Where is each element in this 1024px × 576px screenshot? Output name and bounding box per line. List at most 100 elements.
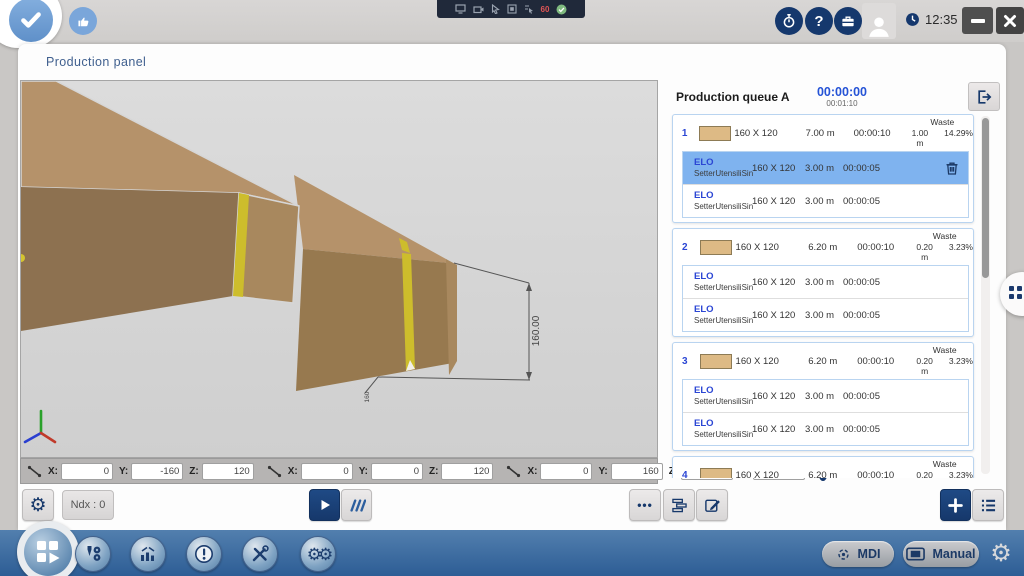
dim-arrow-top xyxy=(526,283,532,291)
queue-group-row[interactable]: 3160 X 1206.20 m00:00:10Waste0.20 m3.23% xyxy=(673,343,973,379)
beam-thumb-rect xyxy=(700,468,732,479)
dimension-label-small: 160 xyxy=(364,391,371,402)
beam-thumbnail xyxy=(697,240,736,255)
queue-export-button[interactable] xyxy=(968,82,1000,111)
question-icon: ? xyxy=(814,13,823,30)
coord-input[interactable] xyxy=(611,463,663,480)
waste-label: Waste xyxy=(916,231,973,242)
beam-thumb-rect xyxy=(699,126,731,141)
coord-input[interactable] xyxy=(441,463,493,480)
queue-group-card: 3160 X 1206.20 m00:00:10Waste0.20 m3.23%… xyxy=(672,342,974,451)
stopwatch-icon xyxy=(781,13,797,29)
minimize-icon xyxy=(971,19,985,23)
group-length: 6.20 m xyxy=(808,242,857,253)
help-button[interactable]: ? xyxy=(805,7,833,35)
queue-header: Production queue A 00:00:00 00:01:10 xyxy=(672,84,978,112)
viewport-settings-button[interactable]: ⚙ xyxy=(22,489,54,521)
maintenance-button[interactable] xyxy=(242,536,278,572)
item-size: 160 X 120 xyxy=(752,391,805,402)
clock-icon xyxy=(905,12,920,27)
group-index: 3 xyxy=(673,356,697,367)
queue-item-row[interactable]: ELOSetterUtensiliSin160 X 1203.00 m00:00… xyxy=(683,412,968,445)
coord-input[interactable] xyxy=(371,463,423,480)
queue-item-row[interactable]: ELOSetterUtensiliSin160 X 1203.00 m00:00… xyxy=(683,152,968,184)
waste-percent: 3.23% xyxy=(949,242,973,263)
nesting-button[interactable] xyxy=(663,489,695,521)
trash-icon xyxy=(944,160,960,176)
record-check-icon xyxy=(556,4,567,15)
group-index: 2 xyxy=(673,242,697,253)
slashes-icon xyxy=(348,498,366,513)
coord-input[interactable] xyxy=(301,463,353,480)
item-length: 3.00 m xyxy=(805,310,843,321)
item-size: 160 X 120 xyxy=(752,277,805,288)
coord-input[interactable] xyxy=(540,463,592,480)
queue-group-row[interactable]: 1160 X 1207.00 m00:00:10Waste1.00 m14.29… xyxy=(673,115,973,151)
beam-thumb-rect xyxy=(700,240,732,255)
coord-group: X:Y:Z: xyxy=(267,463,494,480)
edit-button[interactable] xyxy=(696,489,728,521)
item-size: 160 X 120 xyxy=(752,424,805,435)
queue-items: ELOSetterUtensiliSin160 X 1203.00 m00:00… xyxy=(682,151,969,218)
coord-input[interactable] xyxy=(61,463,113,480)
play-icon xyxy=(318,498,332,512)
timer-button[interactable] xyxy=(775,7,803,35)
queue-group-row[interactable]: 4160 X 1206.20 m00:00:10Waste0.20 m3.23% xyxy=(673,457,973,478)
close-button[interactable] xyxy=(996,7,1024,34)
coord-input[interactable] xyxy=(202,463,254,480)
queue-group-row[interactable]: 2160 X 1206.20 m00:00:10Waste0.20 m3.23% xyxy=(673,229,973,265)
waste-cell: Waste0.20 m3.23% xyxy=(916,231,973,263)
approve-button[interactable] xyxy=(69,7,97,35)
waste-percent: 14.29% xyxy=(944,128,973,149)
person-icon xyxy=(866,13,892,39)
queue-item-row[interactable]: ELOSetterUtensiliSin160 X 1203.00 m00:00… xyxy=(683,266,968,298)
simulate-button[interactable] xyxy=(341,489,372,521)
user-avatar[interactable] xyxy=(862,3,896,39)
group-index: 1 xyxy=(673,128,696,139)
play-button[interactable] xyxy=(309,489,340,521)
delete-item-button[interactable] xyxy=(936,160,968,176)
queue-item-row[interactable]: ELOSetterUtensiliSin160 X 1203.00 m00:00… xyxy=(683,184,968,217)
queue-list: 1160 X 1207.00 m00:00:10Waste1.00 m14.29… xyxy=(668,114,980,478)
group-time: 00:00:10 xyxy=(854,128,912,139)
statusbar-settings-button[interactable]: ⚙ xyxy=(988,541,1014,567)
coord-bar: X:Y:Z:X:Y:Z:X:Y:Z:D: xyxy=(20,458,658,484)
queue-items: ELOSetterUtensiliSin160 X 1203.00 m00:00… xyxy=(682,265,969,332)
beam-thumbnail xyxy=(697,354,736,369)
manual-label: Manual xyxy=(932,547,975,561)
statistics-button[interactable] xyxy=(130,536,166,572)
coord-label: X: xyxy=(48,466,58,477)
queue-item-row[interactable]: ELOSetterUtensiliSin160 X 1203.00 m00:00… xyxy=(683,298,968,331)
close-icon xyxy=(1003,14,1017,28)
thumbs-up-icon xyxy=(76,14,91,29)
dimension-label: 160.00 xyxy=(531,315,542,346)
more-options-button[interactable]: ••• xyxy=(629,489,661,521)
mdi-mode-button[interactable]: MDI xyxy=(822,541,894,567)
beam-scene: 160.00 160 xyxy=(21,81,657,457)
toolbox-button[interactable] xyxy=(834,7,862,35)
machine-settings-button[interactable]: ⚙⚙ xyxy=(300,536,336,572)
export-icon xyxy=(975,88,993,106)
plus-icon xyxy=(948,498,963,513)
cursor-icon xyxy=(491,4,500,14)
camera-icon xyxy=(473,5,484,14)
manual-mode-button[interactable]: Manual xyxy=(903,541,979,567)
coord-input[interactable] xyxy=(131,463,183,480)
segment-icon xyxy=(27,465,42,478)
waste-cell: Waste0.20 m3.23% xyxy=(916,459,973,478)
queue-scrollbar-thumb[interactable] xyxy=(982,118,989,278)
coord-label: X: xyxy=(288,466,298,477)
confirm-button[interactable] xyxy=(9,0,53,42)
coord-label: Z: xyxy=(189,466,198,477)
item-time: 00:00:05 xyxy=(843,277,913,288)
list-view-button[interactable] xyxy=(972,489,1004,521)
waste-label: Waste xyxy=(912,117,973,128)
production-home-button[interactable] xyxy=(24,528,72,576)
add-item-button[interactable] xyxy=(940,489,971,521)
queue-item-row[interactable]: ELOSetterUtensiliSin160 X 1203.00 m00:00… xyxy=(683,380,968,412)
item-time: 00:00:05 xyxy=(843,163,913,174)
tooling-button[interactable] xyxy=(75,536,111,572)
minimize-button[interactable] xyxy=(962,7,993,34)
alarms-button[interactable] xyxy=(186,536,222,572)
viewport-3d[interactable]: 160.00 160 xyxy=(20,80,658,458)
